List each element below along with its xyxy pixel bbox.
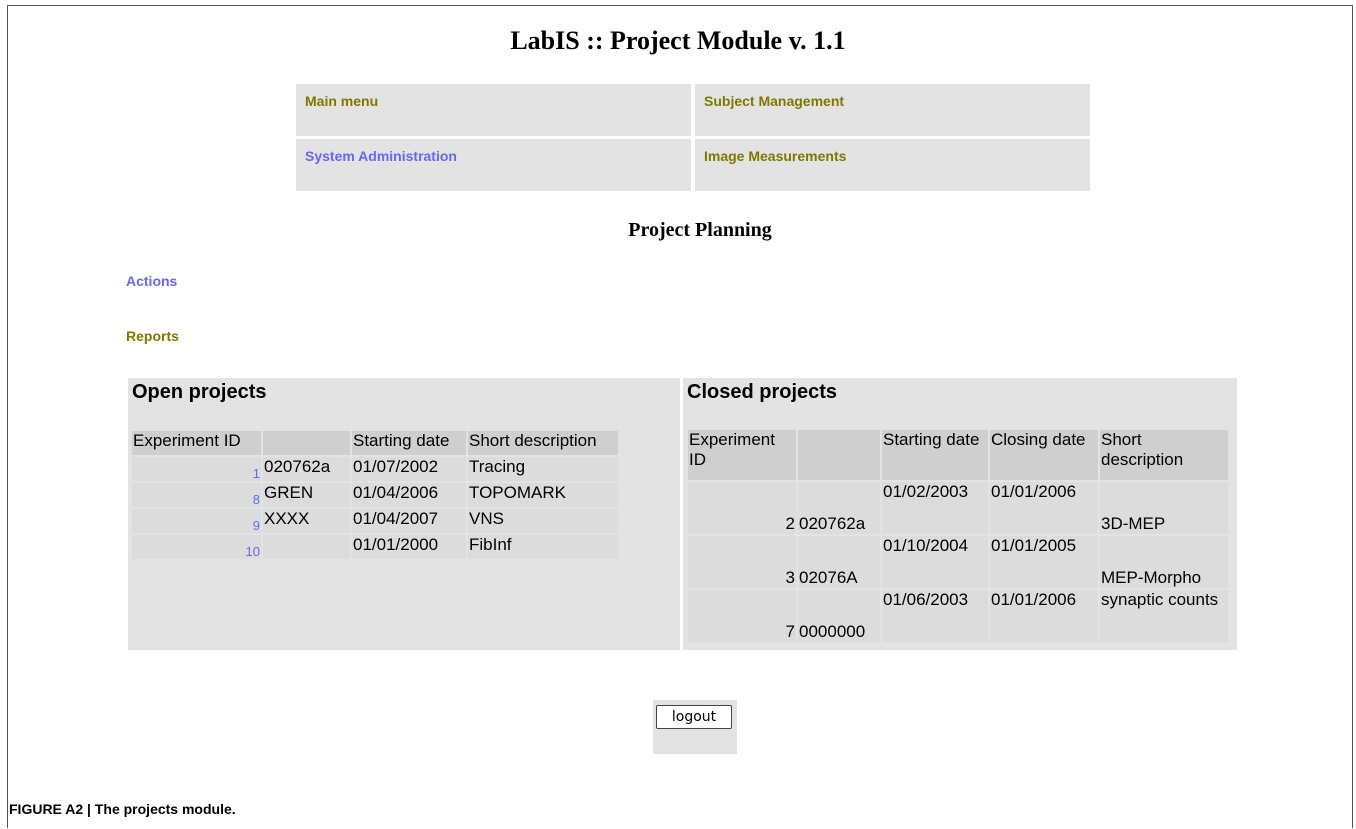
experiment-code: GREN <box>263 483 350 507</box>
experiment-id-link[interactable]: 10 <box>132 535 261 559</box>
table-row: 7 0000000 01/06/2003 01/01/2006 synaptic… <box>688 590 1228 642</box>
experiment-code: 0000000 <box>798 590 880 642</box>
page-title: Project Planning <box>628 219 772 241</box>
table-header-row: Experiment ID Starting date Closing date… <box>688 430 1228 480</box>
reports-link[interactable]: Reports <box>126 328 179 344</box>
column-header-short-description: Short description <box>468 431 618 455</box>
experiment-id-link[interactable]: 8 <box>132 483 261 507</box>
open-projects-table: Experiment ID Starting date Short descri… <box>130 429 620 561</box>
column-header-short-description: Short description <box>1100 430 1228 480</box>
menu-image-measurements[interactable]: Image Measurements <box>695 139 1090 191</box>
table-row: 1 020762a 01/07/2002 Tracing <box>132 457 618 481</box>
column-header-experiment-id: Experiment ID <box>132 431 261 455</box>
experiment-code <box>263 535 350 559</box>
logout-form: logout <box>653 700 737 754</box>
experiment-code: 02076A <box>798 536 880 588</box>
experiment-id-link[interactable]: 1 <box>132 457 261 481</box>
table-header-row: Experiment ID Starting date Short descri… <box>132 431 618 455</box>
menu-main-menu[interactable]: Main menu <box>296 84 691 136</box>
table-row: 8 GREN 01/04/2006 TOPOMARK <box>132 483 618 507</box>
starting-date: 01/10/2004 <box>882 536 988 588</box>
starting-date: 01/04/2006 <box>352 483 466 507</box>
experiment-id: 2 <box>688 482 796 534</box>
figure-caption: FIGURE A2 | The projects module. <box>9 801 236 817</box>
logout-button[interactable]: logout <box>656 705 732 729</box>
short-description: 3D-MEP <box>1100 482 1228 534</box>
menu-subject-management[interactable]: Subject Management <box>695 84 1090 136</box>
column-header-code <box>263 431 350 455</box>
short-description: synaptic counts <box>1100 590 1228 642</box>
menu-system-administration[interactable]: System Administration <box>296 139 691 191</box>
starting-date: 01/02/2003 <box>882 482 988 534</box>
experiment-code: XXXX <box>263 509 350 533</box>
experiment-code: 020762a <box>798 482 880 534</box>
short-description: FibInf <box>468 535 618 559</box>
table-row: 3 02076A 01/10/2004 01/01/2005 MEP-Morph… <box>688 536 1228 588</box>
experiment-code: 020762a <box>263 457 350 481</box>
closing-date: 01/01/2005 <box>990 536 1098 588</box>
column-header-code <box>798 430 880 480</box>
closing-date: 01/01/2006 <box>990 482 1098 534</box>
experiment-id: 7 <box>688 590 796 642</box>
open-projects-title: Open projects <box>132 381 267 403</box>
experiment-id: 3 <box>688 536 796 588</box>
closing-date: 01/01/2006 <box>990 590 1098 642</box>
column-header-experiment-id: Experiment ID <box>688 430 796 480</box>
column-header-starting-date: Starting date <box>882 430 988 480</box>
table-row: 2 020762a 01/02/2003 01/01/2006 3D-MEP <box>688 482 1228 534</box>
column-header-starting-date: Starting date <box>352 431 466 455</box>
closed-projects-title: Closed projects <box>687 381 838 403</box>
closed-projects-panel: Closed projects Experiment ID Starting d… <box>683 378 1237 650</box>
starting-date: 01/04/2007 <box>352 509 466 533</box>
short-description: MEP-Morpho <box>1100 536 1228 588</box>
column-header-closing-date: Closing date <box>990 430 1098 480</box>
actions-link[interactable]: Actions <box>126 273 177 289</box>
app-title: LabIS :: Project Module v. 1.1 <box>510 26 846 55</box>
starting-date: 01/07/2002 <box>352 457 466 481</box>
open-projects-panel: Open projects Experiment ID Starting dat… <box>128 378 680 650</box>
starting-date: 01/06/2003 <box>882 590 988 642</box>
closed-projects-table: Experiment ID Starting date Closing date… <box>686 428 1230 644</box>
starting-date: 01/01/2000 <box>352 535 466 559</box>
short-description: VNS <box>468 509 618 533</box>
table-row: 9 XXXX 01/04/2007 VNS <box>132 509 618 533</box>
short-description: Tracing <box>468 457 618 481</box>
short-description: TOPOMARK <box>468 483 618 507</box>
experiment-id-link[interactable]: 9 <box>132 509 261 533</box>
main-navigation: Main menu Subject Management System Admi… <box>296 84 1092 191</box>
table-row: 10 01/01/2000 FibInf <box>132 535 618 559</box>
